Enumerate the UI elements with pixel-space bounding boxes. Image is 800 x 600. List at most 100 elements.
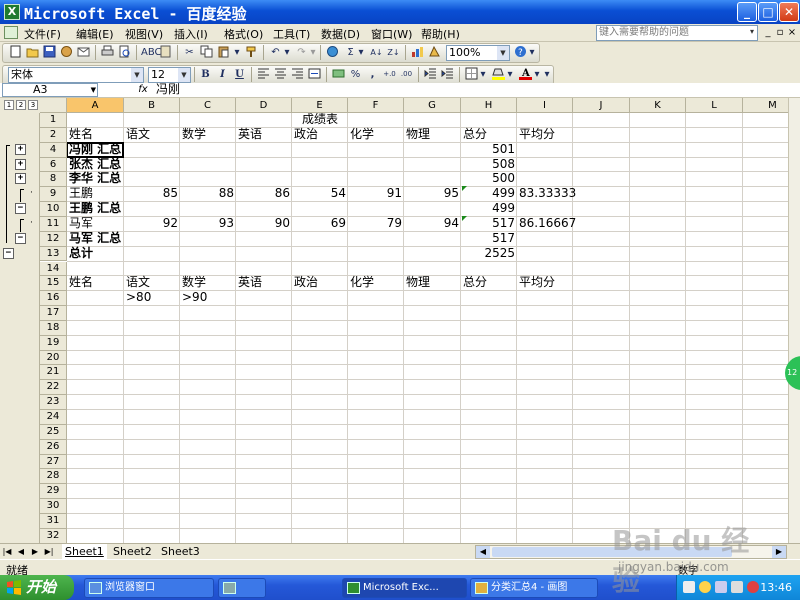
row-header-24[interactable]: 24 [40, 410, 67, 425]
expand-group-button[interactable]: + [15, 173, 26, 185]
column-header-f[interactable]: F [348, 98, 404, 113]
fill-color-dropdown-icon[interactable]: ▾ [506, 67, 514, 82]
permission-icon[interactable] [59, 45, 74, 60]
cell-h6[interactable]: 508 [461, 157, 517, 172]
underline-button[interactable]: U [232, 67, 247, 82]
currency-icon[interactable] [331, 67, 346, 82]
merge-center-icon[interactable] [307, 67, 322, 82]
help-tray-icon[interactable] [699, 581, 711, 593]
outline-level-3-button[interactable]: 3 [28, 100, 38, 110]
font-name-select[interactable]: 宋体 ▼ [8, 67, 144, 83]
menu-help[interactable]: 帮助(H) [421, 26, 460, 42]
row-header-31[interactable]: 31 [40, 513, 67, 529]
menu-view[interactable]: 视图(V) [125, 26, 163, 42]
align-center-icon[interactable] [273, 67, 288, 82]
font-size-select[interactable]: 12 ▼ [148, 67, 191, 83]
help-dropdown-icon[interactable]: ▾ [747, 26, 757, 38]
select-all-corner[interactable] [40, 98, 67, 113]
cell-a13[interactable]: 总计 [67, 246, 164, 261]
cell-i2[interactable]: 平均分 [517, 127, 613, 142]
cell-h12[interactable]: 517 [461, 231, 517, 246]
formula-input[interactable]: 冯刚 [156, 83, 180, 97]
menu-data[interactable]: 数据(D) [321, 26, 360, 42]
comma-style-button[interactable]: , [365, 67, 380, 82]
row-header-26[interactable]: 26 [40, 439, 67, 455]
decrease-decimal-icon[interactable]: .00 [399, 67, 414, 82]
next-sheet-button[interactable]: ▶ [30, 546, 40, 558]
column-header-h[interactable]: H [461, 98, 517, 113]
print-icon[interactable] [100, 45, 115, 60]
cell-e9[interactable]: 54 [292, 186, 348, 201]
row-header-10[interactable]: 10 [40, 202, 67, 217]
drawing-icon[interactable] [427, 45, 442, 60]
redo-dropdown-icon[interactable]: ▾ [309, 45, 317, 60]
taskbar-item-browser[interactable]: 浏览器窗口 [84, 578, 214, 598]
cell-a8[interactable]: 李华 汇总 [67, 171, 164, 186]
name-box[interactable]: A3 ▼ [2, 83, 98, 97]
row-header-8[interactable]: 8 [40, 172, 67, 188]
error-indicator-icon[interactable] [462, 186, 467, 192]
row-header-9[interactable]: 9 [40, 187, 67, 203]
start-button[interactable]: 开始 [0, 575, 74, 600]
maximize-button[interactable]: □ [758, 2, 778, 22]
email-icon[interactable] [76, 45, 91, 60]
borders-icon[interactable] [464, 67, 479, 82]
paste-dropdown-icon[interactable]: ▾ [233, 45, 241, 60]
keyboard-icon[interactable] [683, 581, 695, 593]
cell-e11[interactable]: 69 [292, 216, 348, 231]
doc-restore-button[interactable]: ▫ [774, 26, 786, 39]
research-icon[interactable] [158, 45, 173, 60]
row-header-19[interactable]: 19 [40, 335, 67, 351]
font-color-icon[interactable]: A [518, 67, 533, 82]
column-header-j[interactable]: J [573, 98, 630, 113]
zoom-dropdown-icon[interactable]: ▼ [497, 46, 509, 60]
last-sheet-button[interactable]: ▶| [44, 546, 54, 558]
collapse-group-button[interactable]: − [15, 203, 26, 215]
cell-h8[interactable]: 500 [461, 171, 517, 186]
align-right-icon[interactable] [290, 67, 305, 82]
format-painter-icon[interactable] [244, 45, 259, 60]
row-header-25[interactable]: 25 [40, 424, 67, 440]
cell-c11[interactable]: 93 [180, 216, 236, 231]
row-header-12[interactable]: 12 [40, 231, 67, 247]
expand-group-button[interactable]: + [15, 143, 26, 155]
column-header-a[interactable]: A [67, 98, 124, 113]
security-icon[interactable] [747, 581, 759, 593]
error-indicator-icon[interactable] [462, 215, 467, 221]
row-header-2[interactable]: 2 [40, 127, 67, 143]
row-header-13[interactable]: 13 [40, 246, 67, 262]
decrease-indent-icon[interactable] [423, 67, 438, 82]
doc-close-button[interactable]: × [786, 26, 798, 39]
taskbar-item-paint[interactable]: 分类汇总4 - 画图 [470, 578, 598, 598]
tab-sheet1[interactable]: Sheet1 [62, 544, 107, 559]
cell-i15[interactable]: 平均分 [517, 275, 613, 290]
column-header-i[interactable]: I [517, 98, 573, 113]
cell-a10[interactable]: 王鹏 汇总 [67, 201, 164, 216]
zoom-select[interactable]: 100% ▼ [446, 45, 510, 61]
open-icon[interactable] [25, 45, 40, 60]
redo-icon[interactable]: ↷ [294, 45, 309, 60]
row-header-14[interactable]: 14 [40, 261, 67, 277]
volume-icon[interactable] [731, 581, 743, 593]
autosum-icon[interactable]: Σ [343, 45, 358, 60]
scroll-left-icon[interactable]: ◀ [476, 546, 490, 558]
menu-insert[interactable]: 插入(I) [174, 26, 208, 42]
doc-minimize-button[interactable]: _ [762, 26, 774, 39]
row-header-23[interactable]: 23 [40, 395, 67, 410]
font-name-dropdown-icon[interactable]: ▼ [131, 68, 143, 82]
first-sheet-button[interactable]: |◀ [2, 546, 12, 558]
insert-function-icon[interactable]: fx [136, 83, 150, 97]
name-box-dropdown-icon[interactable]: ▼ [91, 84, 96, 96]
cell-b11[interactable]: 92 [124, 216, 180, 231]
row-header-28[interactable]: 28 [40, 469, 67, 485]
tab-sheet2[interactable]: Sheet2 [110, 544, 155, 559]
menu-format[interactable]: 格式(O) [224, 26, 263, 42]
autosum-dropdown-icon[interactable]: ▾ [357, 45, 365, 60]
spelling-icon[interactable]: ABC [141, 45, 162, 60]
menu-window[interactable]: 窗口(W) [371, 26, 412, 42]
help-search-input[interactable]: 键入需要帮助的问题 [596, 25, 758, 41]
outline-level-2-button[interactable]: 2 [16, 100, 26, 110]
save-icon[interactable] [42, 45, 57, 60]
cell-h11[interactable]: 517 [461, 215, 517, 231]
chart-wizard-icon[interactable] [410, 45, 425, 60]
